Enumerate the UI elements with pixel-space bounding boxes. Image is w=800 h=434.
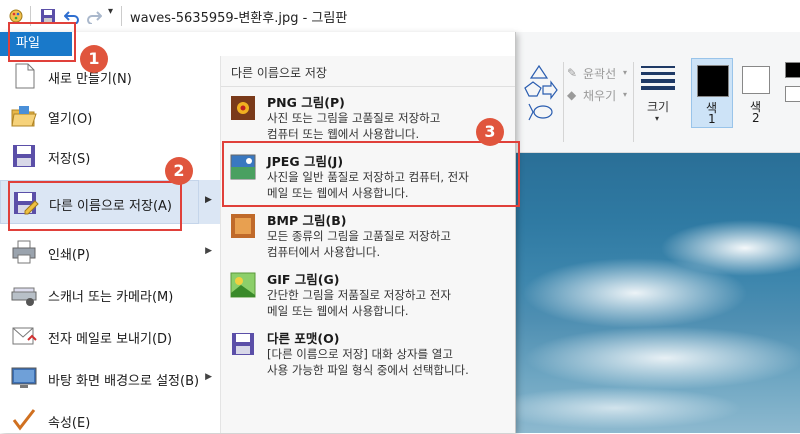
outline-icon: ✎ bbox=[567, 66, 578, 80]
chevron-down-icon: ▾ bbox=[623, 90, 628, 99]
color2-swatch bbox=[742, 66, 770, 94]
gif-picture-icon bbox=[230, 272, 256, 298]
menu-item-open[interactable]: 열기(O) bbox=[0, 96, 220, 136]
ribbon: ✎ 윤곽선 ▾ ◆ 채우기 ▾ 크기 ▾ 색 1 색 2 bbox=[515, 32, 800, 153]
menu-item-new[interactable]: 새로 만들기(N) bbox=[0, 56, 220, 96]
scanner-icon bbox=[11, 287, 37, 306]
highlight-box-jpeg bbox=[222, 141, 520, 207]
color1-swatch bbox=[697, 65, 729, 97]
fill-bucket-icon: ◆ bbox=[567, 88, 577, 102]
chevron-right-icon: ▶ bbox=[205, 246, 212, 256]
menu-tab-bar: 파일 bbox=[0, 32, 515, 57]
file-menu-commands: 새로 만들기(N) 열기(O) 저장(S) 다른 이름으로 저장(A) ▶ 인쇄… bbox=[0, 56, 221, 433]
new-file-icon bbox=[15, 63, 35, 89]
highlight-box-file-tab bbox=[8, 22, 76, 62]
palette-swatch-white[interactable] bbox=[785, 86, 800, 102]
color1-number: 1 bbox=[708, 112, 716, 126]
save-as-png[interactable]: PNG 그림(P) 사진 또는 그림을 고품질로 저장하고 컴퓨터 또는 웹에서… bbox=[221, 88, 515, 146]
outline-button[interactable]: 윤곽선 bbox=[583, 65, 616, 82]
palette-swatch-black[interactable] bbox=[785, 62, 800, 78]
menu-item-print[interactable]: 인쇄(P) ▶ bbox=[0, 232, 220, 272]
desktop-background-icon bbox=[11, 367, 37, 388]
step-badge-3: 3 bbox=[476, 118, 504, 146]
redo-icon[interactable] bbox=[86, 8, 102, 24]
printer-icon bbox=[12, 240, 36, 264]
color2-button[interactable]: 색 2 bbox=[737, 58, 779, 128]
chevron-right-icon: ▶ bbox=[205, 195, 212, 205]
save-as-submenu-arrow[interactable]: ▶ bbox=[198, 180, 220, 224]
save-as-submenu: 다른 이름으로 저장 PNG 그림(P) 사진 또는 그림을 고품질로 저장하고… bbox=[221, 56, 515, 433]
menu-item-email[interactable]: 전자 메일로 보내기(D) bbox=[0, 316, 220, 356]
other-format-icon bbox=[232, 333, 254, 355]
step-badge-1: 1 bbox=[80, 45, 108, 73]
save-disk-icon bbox=[13, 145, 35, 167]
save-as-gif[interactable]: GIF 그림(G) 간단한 그림을 저품질로 저장하고 전자 메일 또는 웹에서… bbox=[221, 265, 515, 323]
file-menu: 파일 새로 만들기(N) 열기(O) 저장(S) 다른 이름으로 저장(A) ▶… bbox=[0, 32, 516, 433]
png-picture-icon bbox=[231, 96, 255, 120]
email-icon bbox=[12, 327, 37, 345]
waves-image-canvas[interactable] bbox=[515, 153, 800, 433]
shapes-gallery[interactable] bbox=[519, 62, 559, 132]
menu-item-properties[interactable]: 속성(E) bbox=[0, 400, 220, 433]
save-as-bmp[interactable]: BMP 그림(B) 모든 종류의 그림을 고품질로 저장하고 컴퓨터에서 사용합… bbox=[221, 206, 515, 264]
color2-number: 2 bbox=[752, 111, 760, 125]
size-button[interactable]: 크기 bbox=[647, 98, 669, 115]
save-as-other-format[interactable]: 다른 포맷(O) [다른 이름으로 저장] 대화 상자를 열고 사용 가능한 파… bbox=[221, 324, 515, 382]
chevron-down-icon: ▾ bbox=[623, 68, 628, 77]
chevron-right-icon: ▶ bbox=[205, 372, 212, 382]
title-bar: ▾ waves-5635959-변환후.jpg - 그림판 bbox=[0, 0, 800, 32]
chevron-down-icon: ▾ bbox=[655, 114, 660, 123]
step-badge-2: 2 bbox=[165, 157, 193, 185]
line-size-icon bbox=[641, 66, 675, 90]
open-folder-icon bbox=[11, 106, 37, 127]
highlight-box-save-as bbox=[8, 181, 182, 231]
bmp-picture-icon bbox=[231, 214, 255, 238]
fill-button[interactable]: 채우기 bbox=[583, 87, 616, 104]
properties-icon bbox=[12, 409, 36, 431]
submenu-header: 다른 이름으로 저장 bbox=[231, 66, 327, 80]
menu-item-desktop-background[interactable]: 바탕 화면 배경으로 설정(B) ▶ bbox=[0, 358, 220, 398]
color1-button[interactable]: 색 1 bbox=[691, 58, 733, 128]
customize-toolbar-icon[interactable]: ▾ bbox=[108, 6, 113, 17]
window-title: waves-5635959-변환후.jpg - 그림판 bbox=[130, 11, 348, 26]
menu-item-scanner[interactable]: 스캐너 또는 카메라(M) bbox=[0, 274, 220, 314]
divider bbox=[221, 86, 515, 87]
